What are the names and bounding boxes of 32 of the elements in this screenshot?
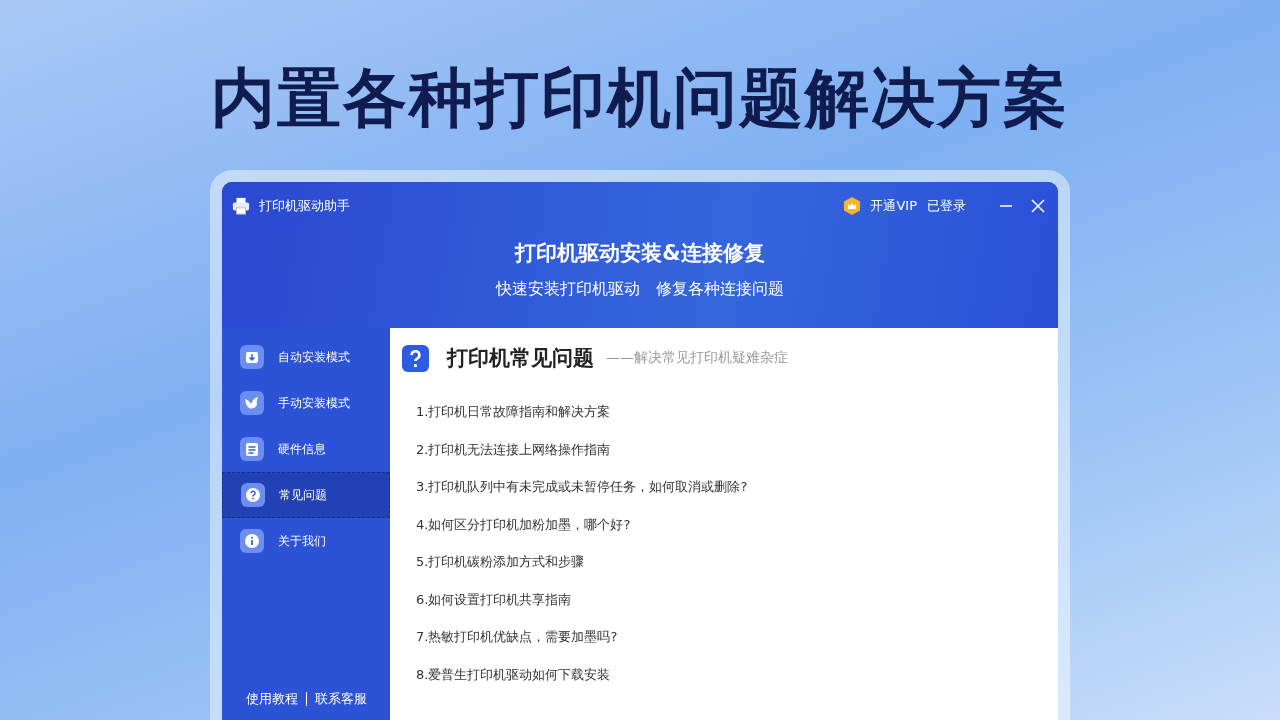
faq-link[interactable]: 4.如何区分打印机加粉加墨，哪个好?: [416, 514, 1046, 552]
sidebar-item[interactable]: 常见问题: [222, 472, 390, 518]
download-icon: [240, 345, 264, 369]
window-title: 打印机驱动助手: [259, 197, 350, 215]
bird-icon: [240, 391, 264, 415]
sidebar-item[interactable]: 关于我们: [222, 518, 390, 564]
question-icon: [241, 483, 265, 507]
sidebar-item[interactable]: 自动安装模式: [222, 334, 390, 380]
faq-link[interactable]: 6.如何设置打印机共享指南: [416, 589, 1046, 627]
faq-link[interactable]: 2.打印机无法连接上网络操作指南: [416, 439, 1046, 477]
banner-title: 打印机驱动安装&连接修复: [515, 240, 765, 267]
footer-link[interactable]: 联系客服: [314, 690, 367, 708]
sidebar-item[interactable]: 手动安装模式: [222, 380, 390, 426]
faq-link[interactable]: 1.打印机日常故障指南和解决方案: [416, 402, 1046, 440]
document-icon: [240, 437, 264, 461]
vip-link[interactable]: 开通VIP: [870, 197, 917, 215]
footer-link[interactable]: 使用教程: [245, 690, 298, 708]
section-subtitle: ——解决常见打印机疑难杂症: [606, 349, 788, 367]
banner-subtitle: 快速安装打印机驱动 修复各种连接问题: [496, 279, 784, 300]
printer-icon: [232, 197, 250, 215]
sidebar-item[interactable]: 硬件信息: [222, 426, 390, 472]
faq-link[interactable]: 7.热敏打印机优缺点，需要加墨吗?: [416, 627, 1046, 665]
question-mark-icon: [402, 344, 429, 372]
crown-badge-icon: [842, 196, 863, 216]
faq-link[interactable]: 8.爱普生打印机驱动如何下载安装: [416, 664, 1046, 702]
faq-link[interactable]: 3.打印机队列中有未完成或未暂停任务，如何取消或删除?: [416, 477, 1046, 515]
login-status[interactable]: 已登录: [927, 197, 966, 215]
headline: 内置各种打印机问题解决方案: [211, 60, 1069, 137]
close-icon[interactable]: [1030, 198, 1046, 214]
faq-link[interactable]: 5.打印机碳粉添加方式和步骤: [416, 552, 1046, 590]
info-icon: [240, 529, 264, 553]
section-title: 打印机常见问题: [447, 345, 594, 372]
